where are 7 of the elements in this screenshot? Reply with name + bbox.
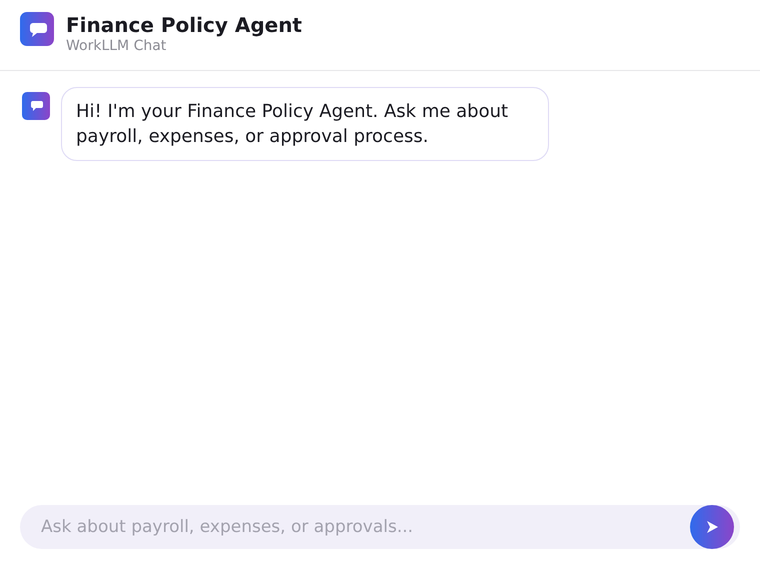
message-field[interactable]: Ask about payroll, expenses, or approvals... xyxy=(20,505,740,549)
chat-bubble-icon xyxy=(20,12,54,46)
send-icon xyxy=(705,520,719,534)
message-bubble: Hi! I'm your Finance Policy Agent. Ask me about payroll, expenses, or approval process. xyxy=(61,87,549,161)
chat-bubble-icon xyxy=(22,92,50,120)
app-subtitle: WorkLLM Chat xyxy=(66,37,168,55)
app-title: Finance Policy Agent xyxy=(66,13,302,37)
